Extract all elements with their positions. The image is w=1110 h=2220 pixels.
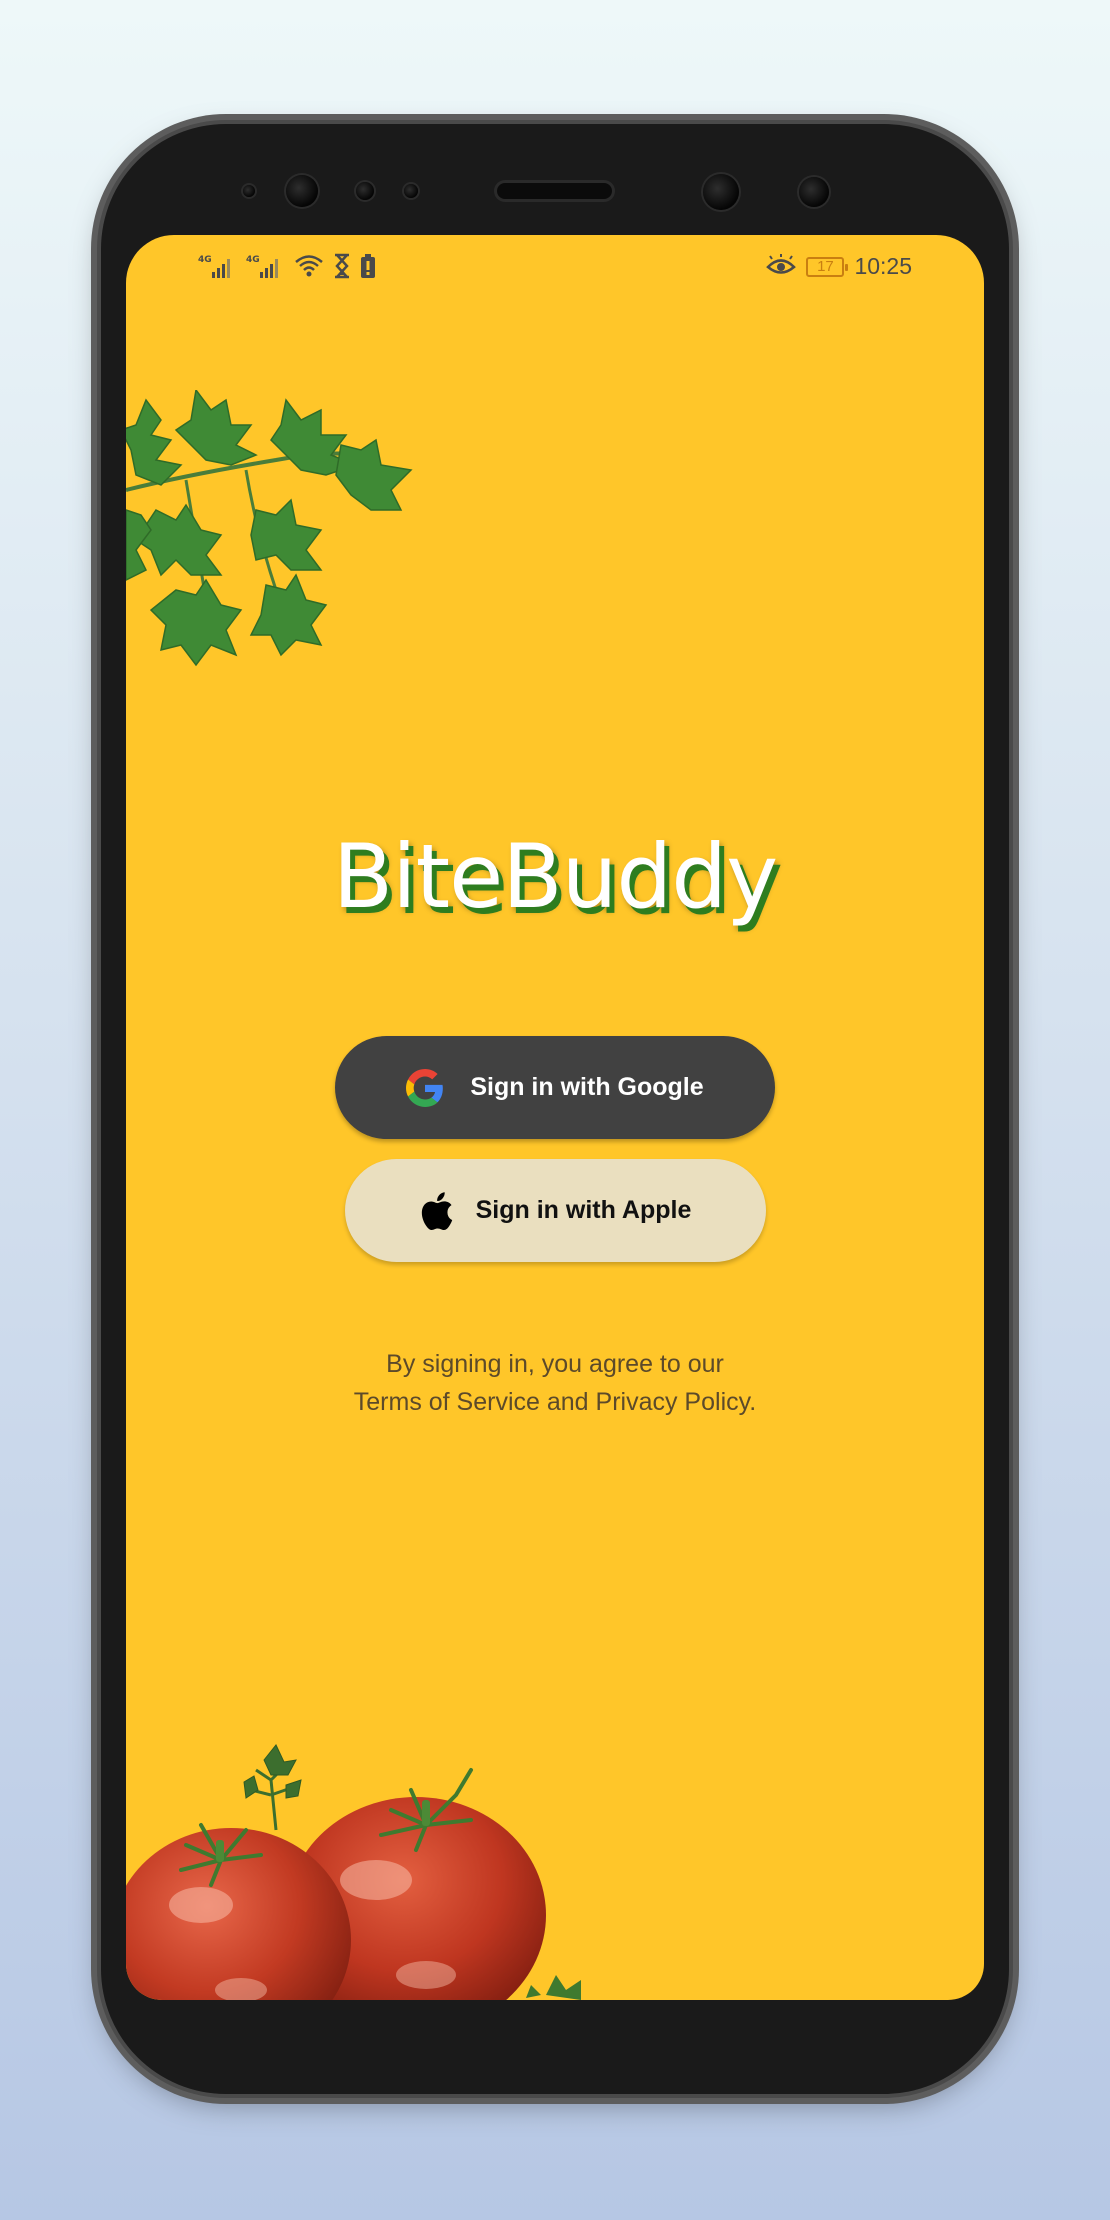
apple-sign-in-button[interactable]: Sign in with Apple [345, 1159, 766, 1262]
status-icons-left: 4G 4G [198, 252, 376, 284]
eye-comfort-icon [766, 253, 797, 280]
signal-4g-icon: 4G [198, 252, 238, 284]
sensor-dot [243, 185, 255, 197]
front-camera-secondary [703, 174, 739, 210]
terms-notice: By signing in, you agree to our Terms of… [126, 1345, 984, 1421]
svg-text:4G: 4G [246, 255, 260, 265]
tomatoes-decoration [126, 1744, 581, 2000]
battery-saver-icon [360, 253, 376, 283]
status-bar: 4G 4G 17 10:25 [126, 235, 984, 295]
status-clock: 10:25 [854, 253, 912, 279]
hourglass-icon [332, 253, 352, 283]
status-icons-right: 17 10:25 [766, 253, 912, 280]
sensor-dot [356, 182, 374, 200]
app-title: BiteBuddy [332, 825, 778, 928]
google-sign-in-label: Sign in with Google [470, 1073, 704, 1101]
apple-sign-in-label: Sign in with Apple [475, 1196, 692, 1224]
front-camera [286, 175, 318, 207]
app-screen: 4G 4G 17 10:25 BiteBuddy Sign in with Go… [126, 235, 984, 2000]
google-sign-in-button[interactable]: Sign in with Google [335, 1036, 775, 1139]
svg-text:4G: 4G [198, 255, 212, 265]
apple-logo-icon [420, 1191, 454, 1230]
wifi-icon [294, 253, 324, 283]
sensor-dot [404, 184, 418, 198]
cilantro-decoration [126, 390, 413, 667]
google-logo-icon [406, 1068, 444, 1107]
battery-indicator: 17 [806, 256, 849, 277]
signal-4g-icon: 4G [246, 252, 286, 284]
terms-line-1: By signing in, you agree to our [386, 1350, 724, 1378]
terms-line-2: Terms of Service and Privacy Policy. [353, 1388, 757, 1416]
earpiece-speaker [497, 183, 612, 199]
sensor-dot [799, 177, 829, 207]
